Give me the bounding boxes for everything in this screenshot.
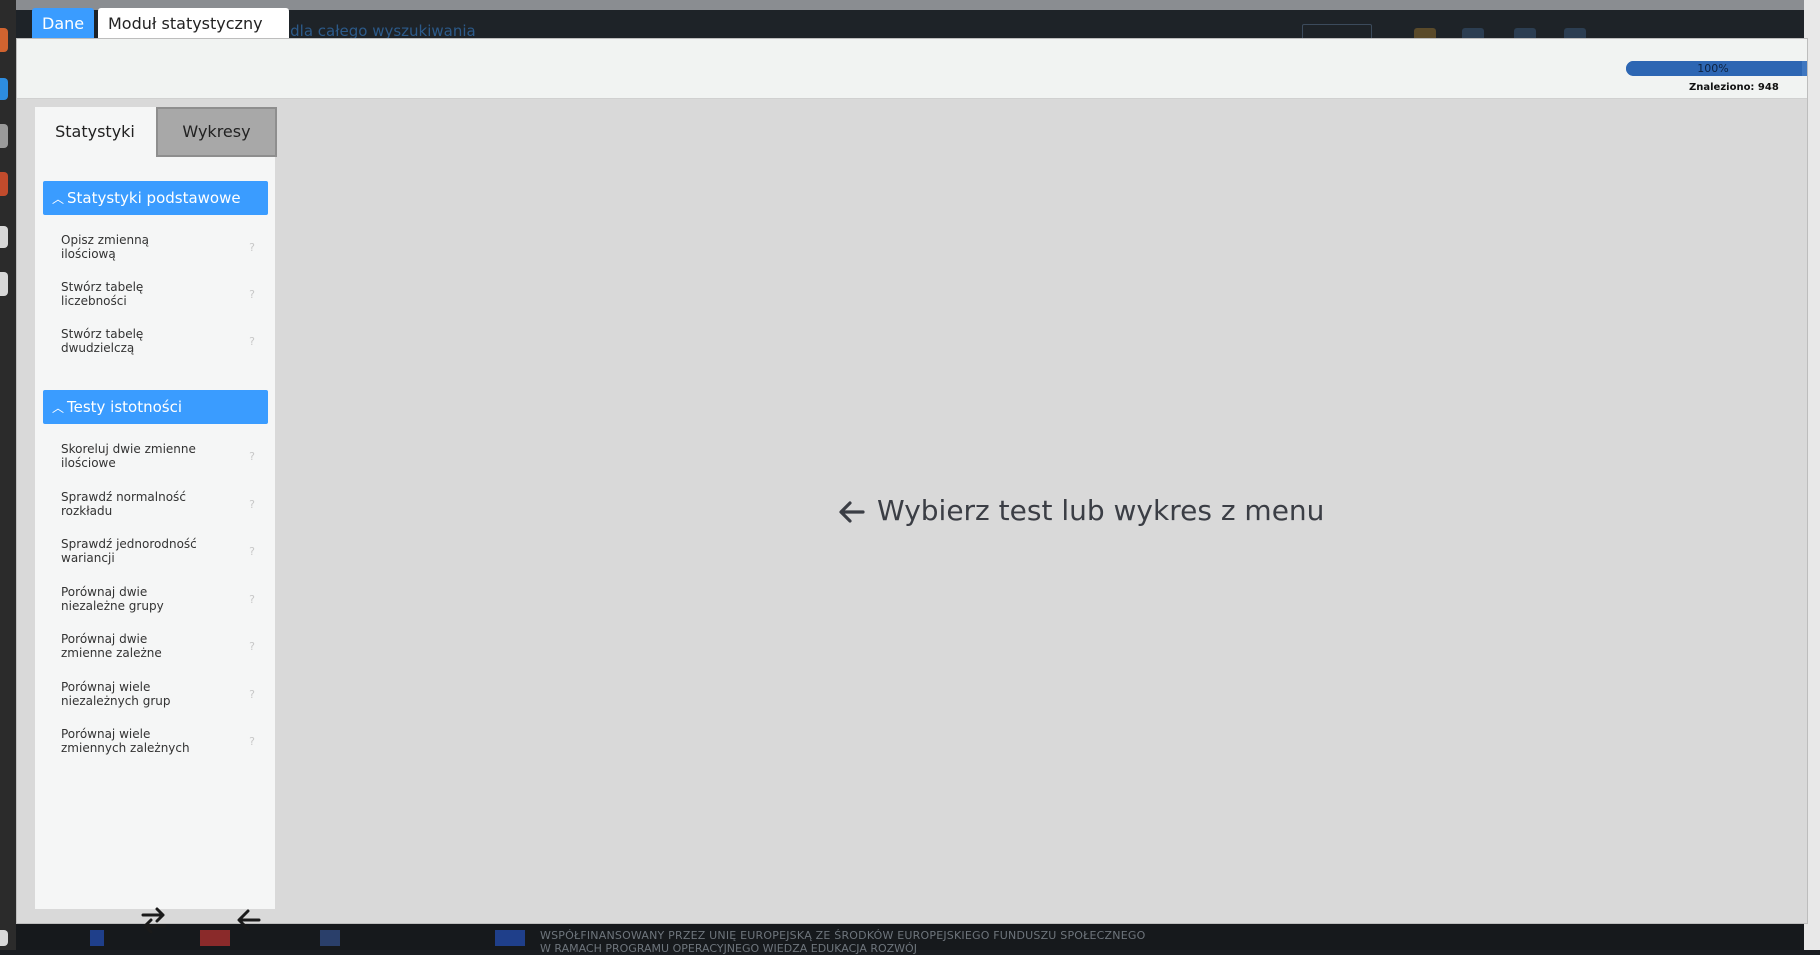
arrow-left-icon bbox=[837, 497, 867, 527]
help-icon[interactable]: ? bbox=[249, 688, 255, 701]
menu-item-wiele-zaleznych[interactable]: Porównaj wiele zmiennych zależnych ? bbox=[61, 727, 261, 767]
help-icon[interactable]: ? bbox=[249, 498, 255, 511]
menu-item-label: Porównaj dwie zmienne zależne bbox=[61, 632, 162, 660]
menu-item-label: Porównaj dwie niezależne grupy bbox=[61, 585, 164, 613]
empty-state-text: Wybierz test lub wykres z menu bbox=[877, 494, 1325, 527]
help-icon[interactable]: ? bbox=[249, 241, 255, 254]
menu-item-wiele-niezaleznych[interactable]: Porównaj wiele niezależnych grup ? bbox=[61, 680, 261, 720]
menu-item-normalnosc[interactable]: Sprawdź normalność rozkładu ? bbox=[61, 490, 261, 530]
menu-item-label: Sprawdź jednorodność wariancji bbox=[61, 537, 197, 565]
menu-item-label: Opisz zmienną ilościową bbox=[61, 233, 150, 261]
launcher-app-icon[interactable] bbox=[0, 28, 8, 52]
chevron-up-icon: ︿ bbox=[51, 192, 64, 206]
help-icon[interactable]: ? bbox=[249, 593, 255, 606]
chevron-up-icon: ︿ bbox=[51, 401, 64, 415]
section-statystyki-podstawowe[interactable]: ︿ Statystyki podstawowe bbox=[43, 181, 268, 215]
menu-item-label: Porównaj wiele zmiennych zależnych bbox=[61, 727, 190, 755]
launcher-app-icon[interactable] bbox=[0, 226, 8, 248]
arrow-left-icon[interactable] bbox=[235, 905, 263, 935]
menu-item-label: Stwórz tabelę dwudzielczą bbox=[61, 327, 144, 355]
help-icon[interactable]: ? bbox=[249, 335, 255, 348]
background-footer-line2: W RAMACH PROGRAMU OPERACYJNEGO WIEDZA ED… bbox=[540, 942, 917, 955]
menu-item-tabela-dwudzielcza[interactable]: Stwórz tabelę dwudzielczą ? bbox=[61, 327, 261, 367]
menu-item-dwie-zalezne[interactable]: Porównaj dwie zmienne zależne ? bbox=[61, 632, 261, 672]
launcher-app-icon[interactable] bbox=[0, 930, 8, 946]
help-icon[interactable]: ? bbox=[249, 640, 255, 653]
modal-header: 100% Znaleziono: 948 bbox=[17, 39, 1807, 99]
help-icon[interactable]: ? bbox=[249, 735, 255, 748]
empty-state-message: Wybierz test lub wykres z menu bbox=[837, 494, 1324, 527]
section-testy-istotnosci[interactable]: ︿ Testy istotności bbox=[43, 390, 268, 424]
launcher-app-icon[interactable] bbox=[0, 78, 8, 100]
menu-item-label: Sprawdź normalność rozkładu bbox=[61, 490, 186, 518]
help-icon[interactable]: ? bbox=[249, 450, 255, 463]
desktop-launcher bbox=[0, 0, 16, 950]
tab-statystyki[interactable]: Statystyki bbox=[35, 107, 155, 157]
section-title: Statystyki podstawowe bbox=[67, 189, 241, 207]
menu-item-jednorodnosc[interactable]: Sprawdź jednorodność wariancji ? bbox=[61, 537, 261, 577]
found-count: Znaleziono: 948 bbox=[1689, 82, 1779, 93]
menu-item-label: Skoreluj dwie zmienne ilościowe bbox=[61, 442, 196, 470]
sidebar: Statystyki Wykresy ︿ Statystyki podstawow… bbox=[35, 107, 277, 934]
section-title: Testy istotności bbox=[67, 398, 183, 416]
menu-item-opisz-zmienna[interactable]: Opisz zmienną ilościową ? bbox=[61, 233, 261, 273]
menu-item-label: Stwórz tabelę liczebności bbox=[61, 280, 144, 308]
swap-icon[interactable] bbox=[139, 905, 169, 935]
launcher-app-icon[interactable] bbox=[0, 272, 8, 296]
help-icon[interactable]: ? bbox=[249, 288, 255, 301]
menu-item-label: Porównaj wiele niezależnych grup bbox=[61, 680, 171, 708]
tab-dane[interactable]: Dane bbox=[32, 8, 94, 39]
launcher-app-icon[interactable] bbox=[0, 124, 8, 148]
menu-item-tabela-licznosci[interactable]: Stwórz tabelę liczebności ? bbox=[61, 280, 261, 320]
launcher-app-icon[interactable] bbox=[0, 172, 8, 196]
tab-wykresy[interactable]: Wykresy bbox=[156, 107, 277, 157]
background-footer-line1: WSPÓŁFINANSOWANY PRZEZ UNIĘ EUROPEJSKĄ Z… bbox=[540, 929, 1146, 942]
tab-modul-statystyczny[interactable]: Moduł statystyczny bbox=[98, 8, 289, 39]
menu-item-korelacja[interactable]: Skoreluj dwie zmienne ilościowe ? bbox=[61, 442, 261, 482]
help-icon[interactable]: ? bbox=[249, 545, 255, 558]
progress-bar: 100% bbox=[1626, 61, 1807, 76]
statistics-modal: 100% Znaleziono: 948 Statystyki Wykresy … bbox=[16, 38, 1808, 934]
progress-text: 100% bbox=[1697, 62, 1729, 75]
menu-item-dwie-niezalezne[interactable]: Porównaj dwie niezależne grupy ? bbox=[61, 585, 261, 625]
